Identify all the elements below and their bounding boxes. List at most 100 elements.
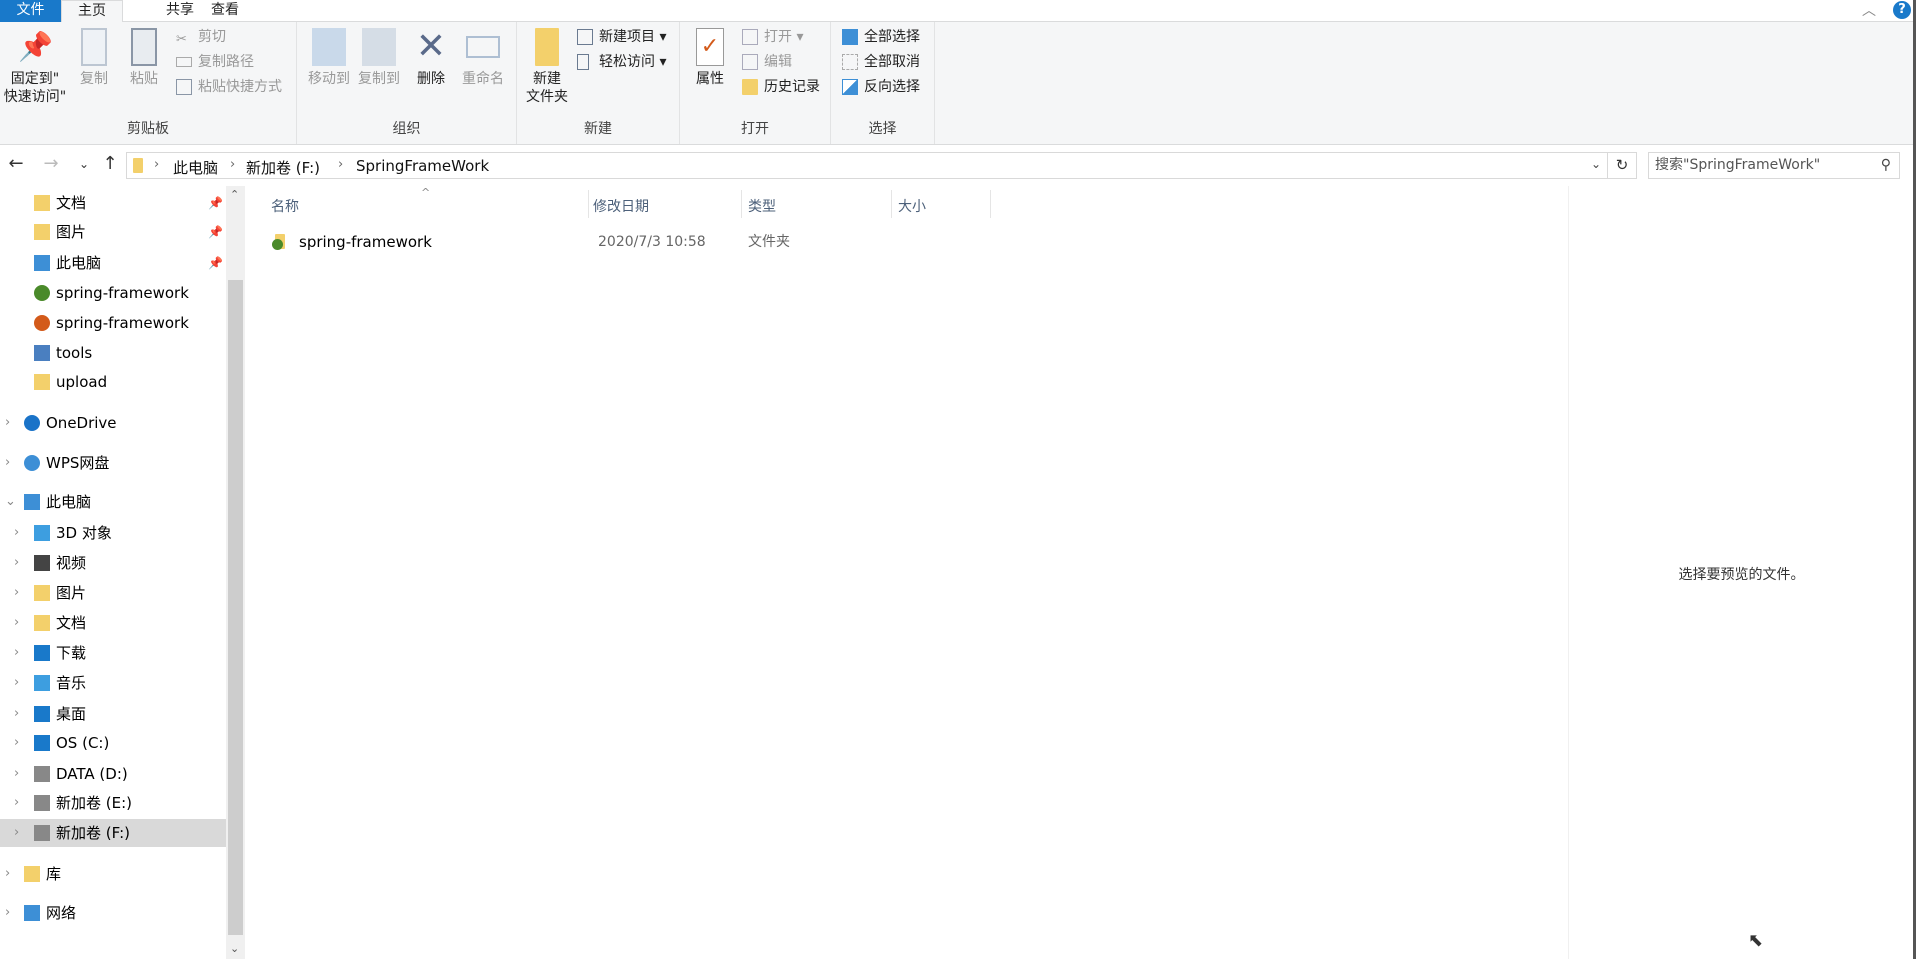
- group-label-select: 选择: [868, 121, 897, 137]
- expand-chevron-icon[interactable]: ›: [14, 729, 19, 757]
- column-modified[interactable]: 修改日期: [593, 196, 649, 216]
- forward-button[interactable]: →: [40, 153, 62, 174]
- breadcrumb-springframework[interactable]: SpringFrameWork: [356, 157, 489, 175]
- address-bar[interactable]: › 此电脑 › 新加卷 (F:) › SpringFrameWork ⌄: [126, 152, 1608, 179]
- expand-chevron-icon[interactable]: ›: [14, 669, 19, 697]
- sidebar-item[interactable]: › 库: [0, 860, 226, 888]
- drive-icon: [34, 825, 50, 841]
- sidebar-item[interactable]: spring-framework: [0, 309, 226, 337]
- pin-icon[interactable]: 📌: [208, 249, 223, 277]
- refresh-button[interactable]: ↻: [1608, 152, 1637, 179]
- collapse-ribbon-icon[interactable]: ︿: [1862, 0, 1876, 20]
- sidebar-item[interactable]: › 视频: [0, 549, 226, 577]
- scroll-down-icon[interactable]: ⌄: [230, 942, 239, 955]
- select-none-icon: [842, 54, 858, 70]
- column-size[interactable]: 大小: [898, 196, 926, 216]
- expand-chevron-icon[interactable]: ›: [5, 899, 10, 927]
- pin-quick-access-button[interactable]: 📌 固定到" 快速访问": [0, 28, 70, 106]
- sidebar-item[interactable]: spring-framework: [0, 279, 226, 307]
- sidebar-item[interactable]: › WPS网盘: [0, 449, 226, 477]
- expand-chevron-icon[interactable]: ›: [5, 860, 10, 888]
- sidebar-item[interactable]: › 下载: [0, 639, 226, 667]
- select-all-button[interactable]: 全部选择: [842, 26, 920, 48]
- rename-icon: [466, 36, 500, 58]
- column-type[interactable]: 类型: [748, 196, 776, 216]
- collapse-chevron-icon[interactable]: ⌄: [5, 488, 16, 516]
- sidebar-item[interactable]: › 新加卷 (F:): [0, 819, 226, 847]
- breadcrumb-this-pc[interactable]: 此电脑: [173, 157, 218, 178]
- file-row[interactable]: spring-framework 2020/7/3 10:58 文件夹: [245, 229, 1245, 255]
- sidebar-item[interactable]: 文档 📌: [0, 189, 226, 217]
- tab-home[interactable]: 主页: [61, 0, 123, 23]
- expand-chevron-icon[interactable]: ›: [14, 549, 19, 577]
- sidebar-item[interactable]: › OS (C:): [0, 729, 226, 757]
- address-dropdown-icon[interactable]: ⌄: [1591, 157, 1601, 171]
- invert-selection-button[interactable]: 反向选择: [842, 76, 920, 98]
- new-item-button[interactable]: 新建项目 ▾: [577, 26, 666, 48]
- paste-shortcut-icon: [176, 79, 192, 95]
- sidebar-item[interactable]: › 图片: [0, 579, 226, 607]
- tab-view[interactable]: 查看: [205, 0, 245, 22]
- new-folder-button[interactable]: 新建 文件夹: [521, 28, 573, 106]
- pin-icon[interactable]: 📌: [208, 218, 223, 246]
- sidebar-item[interactable]: › OneDrive: [0, 409, 226, 437]
- sidebar-item[interactable]: 图片 📌: [0, 218, 226, 246]
- pin-icon[interactable]: 📌: [208, 189, 223, 217]
- properties-button[interactable]: ✓ 属性: [684, 28, 736, 88]
- edit-button[interactable]: 编辑: [742, 51, 792, 73]
- copy-to-button[interactable]: 复制到: [353, 28, 405, 88]
- sidebar-item[interactable]: › 音乐: [0, 669, 226, 697]
- copy-button[interactable]: 复制: [68, 28, 120, 88]
- up-button[interactable]: ↑: [99, 153, 121, 174]
- scroll-up-icon[interactable]: ⌃: [230, 188, 239, 201]
- expand-chevron-icon[interactable]: ›: [14, 700, 19, 728]
- move-to-button[interactable]: 移动到: [303, 28, 355, 88]
- sidebar-item[interactable]: › DATA (D:): [0, 760, 226, 788]
- column-divider[interactable]: [891, 190, 892, 218]
- breadcrumb-separator: ›: [230, 157, 236, 172]
- git-clean-folder-icon: [34, 285, 50, 301]
- copy-path-button[interactable]: 复制路径: [176, 51, 254, 73]
- history-label: 历史记录: [764, 79, 820, 95]
- tab-share[interactable]: 共享: [160, 0, 200, 22]
- back-button[interactable]: ←: [5, 153, 27, 174]
- rename-button[interactable]: 重命名: [457, 28, 509, 88]
- select-none-button[interactable]: 全部取消: [842, 51, 920, 73]
- delete-button[interactable]: ✕ 删除: [405, 28, 457, 88]
- column-divider[interactable]: [588, 190, 589, 218]
- sidebar-item[interactable]: › 桌面: [0, 700, 226, 728]
- help-icon[interactable]: ?: [1893, 1, 1911, 19]
- paste-button[interactable]: 粘贴: [118, 28, 170, 88]
- sidebar-item[interactable]: 此电脑 📌: [0, 249, 226, 277]
- open-button[interactable]: 打开 ▾: [742, 26, 803, 48]
- sidebar-item[interactable]: › 网络: [0, 899, 226, 927]
- sidebar-item[interactable]: › 文档: [0, 609, 226, 637]
- history-button[interactable]: 历史记录: [742, 76, 820, 98]
- scrollbar-thumb[interactable]: [228, 280, 243, 935]
- edit-icon: [742, 54, 758, 70]
- easy-access-button[interactable]: 轻松访问 ▾: [577, 51, 666, 73]
- expand-chevron-icon[interactable]: ›: [5, 409, 10, 437]
- breadcrumb-drive-f[interactable]: 新加卷 (F:): [246, 157, 320, 178]
- expand-chevron-icon[interactable]: ›: [14, 639, 19, 667]
- recent-locations-button[interactable]: ⌄: [73, 157, 95, 171]
- expand-chevron-icon[interactable]: ›: [14, 609, 19, 637]
- sidebar-item[interactable]: ⌄ 此电脑: [0, 488, 226, 516]
- expand-chevron-icon[interactable]: ›: [14, 760, 19, 788]
- sidebar-item[interactable]: upload: [0, 368, 226, 396]
- expand-chevron-icon[interactable]: ›: [5, 449, 10, 477]
- column-name[interactable]: 名称: [271, 196, 299, 216]
- sidebar-item[interactable]: tools: [0, 339, 226, 367]
- column-divider[interactable]: [741, 190, 742, 218]
- sidebar-item[interactable]: › 新加卷 (E:): [0, 789, 226, 817]
- sidebar-item[interactable]: › 3D 对象: [0, 519, 226, 547]
- expand-chevron-icon[interactable]: ›: [14, 789, 19, 817]
- tab-file[interactable]: 文件: [0, 0, 61, 22]
- expand-chevron-icon[interactable]: ›: [14, 819, 19, 847]
- cut-button[interactable]: ✂ 剪切: [176, 26, 226, 48]
- paste-shortcut-button[interactable]: 粘贴快捷方式: [176, 76, 282, 98]
- column-divider[interactable]: [990, 190, 991, 218]
- expand-chevron-icon[interactable]: ›: [14, 579, 19, 607]
- search-input[interactable]: 搜索"SpringFrameWork" ⚲: [1648, 152, 1900, 179]
- expand-chevron-icon[interactable]: ›: [14, 519, 19, 547]
